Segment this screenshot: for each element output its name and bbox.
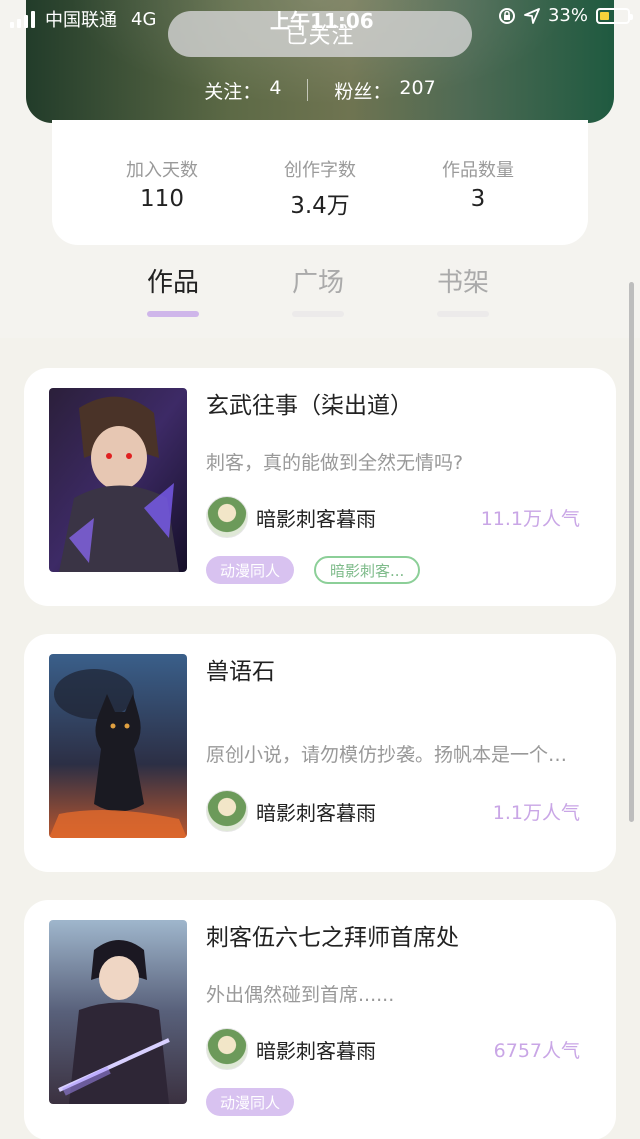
book-description: 原创小说，请勿模仿抄袭。扬帆本是一个普通的男孩 bbox=[206, 744, 586, 766]
book-author[interactable]: 暗影刺客暮雨 bbox=[206, 496, 376, 538]
follow-stats: 关注： 4 粉丝： 207 bbox=[26, 72, 614, 108]
stat-value: 3.4万 bbox=[290, 193, 350, 219]
stat-works-count: 作品数量 3 bbox=[418, 156, 538, 245]
book-title: 刺客伍六七之拜师首席处 bbox=[206, 925, 459, 951]
book-cover-image bbox=[49, 654, 187, 838]
carrier-name: 中国联通 bbox=[45, 10, 117, 31]
status-time: 上午11:06 bbox=[270, 9, 374, 33]
book-popularity: 6757人气 bbox=[493, 1040, 580, 1062]
tab-indicator bbox=[147, 311, 199, 317]
book-popularity: 1.1万人气 bbox=[492, 802, 580, 824]
book-card[interactable]: 刺客伍六七之拜师首席处 外出偶然碰到首席...... 暗影刺客暮雨 6757人气… bbox=[24, 900, 616, 1139]
tab-indicator bbox=[292, 311, 344, 317]
fans-stat[interactable]: 粉丝： 207 bbox=[334, 77, 435, 104]
stat-label: 创作字数 bbox=[284, 160, 356, 181]
author-name: 暗影刺客暮雨 bbox=[256, 1038, 376, 1063]
book-title: 玄武往事（柒出道） bbox=[206, 393, 413, 419]
author-stats-card: 加入天数 110 创作字数 3.4万 作品数量 3 bbox=[52, 120, 588, 245]
book-author[interactable]: 暗影刺客暮雨 bbox=[206, 790, 376, 832]
book-author[interactable]: 暗影刺客暮雨 bbox=[206, 1028, 376, 1070]
following-label: 关注： bbox=[204, 80, 262, 103]
battery-level bbox=[600, 11, 609, 20]
tab-label: 书架 bbox=[436, 268, 489, 298]
author-avatar bbox=[206, 790, 248, 832]
status-bar: 中国联通 4G 上午11:06 33% bbox=[0, 0, 640, 36]
following-stat[interactable]: 关注： 4 bbox=[204, 77, 281, 104]
author-profile-page: 中国联通 4G 上午11:06 33% 已关注 关注： 4 粉丝： 207 加入… bbox=[0, 0, 640, 1139]
book-cover[interactable] bbox=[49, 388, 187, 572]
stat-value: 3 bbox=[470, 186, 486, 212]
book-card[interactable]: 兽语石 原创小说，请勿模仿抄袭。扬帆本是一个普通的男孩 暗影刺客暮雨 1.1万人… bbox=[24, 634, 616, 872]
tab-works[interactable]: 作品 bbox=[133, 262, 213, 317]
author-avatar bbox=[206, 1028, 248, 1070]
book-title: 兽语石 bbox=[206, 659, 275, 685]
scrollbar[interactable] bbox=[629, 282, 634, 822]
battery-percent: 33% bbox=[547, 5, 588, 26]
book-cover-image bbox=[49, 920, 187, 1104]
profile-tabs: 作品 广场 书架 bbox=[100, 262, 540, 322]
author-avatar bbox=[206, 496, 248, 538]
tag-category[interactable]: 动漫同人 bbox=[206, 1088, 295, 1116]
location-arrow-icon bbox=[524, 7, 540, 24]
rotation-lock-icon bbox=[498, 7, 515, 24]
author-name: 暗影刺客暮雨 bbox=[256, 506, 376, 531]
stat-word-count: 创作字数 3.4万 bbox=[260, 156, 380, 245]
stats-divider bbox=[307, 79, 309, 101]
author-name: 暗影刺客暮雨 bbox=[256, 800, 376, 825]
book-description: 刺客，真的能做到全然无情吗? bbox=[206, 452, 464, 474]
book-cover[interactable] bbox=[49, 920, 187, 1104]
stat-value: 110 bbox=[140, 186, 184, 212]
tab-label: 作品 bbox=[146, 268, 199, 298]
book-description: 外出偶然碰到首席...... bbox=[206, 984, 395, 1006]
book-card[interactable]: 玄武往事（柒出道） 刺客，真的能做到全然无情吗? 暗影刺客暮雨 11.1万人气 … bbox=[24, 368, 616, 606]
battery-icon bbox=[596, 7, 633, 24]
fans-count: 207 bbox=[399, 76, 436, 99]
tab-indicator bbox=[437, 311, 489, 317]
status-right: 33% bbox=[498, 5, 633, 26]
tab-bookshelf[interactable]: 书架 bbox=[423, 262, 503, 317]
status-left: 中国联通 4G bbox=[10, 6, 156, 32]
fans-label: 粉丝： bbox=[334, 80, 392, 103]
tag-category[interactable]: 动漫同人 bbox=[206, 556, 295, 584]
tag-series[interactable]: 暗影刺客... bbox=[314, 556, 421, 584]
works-list: 玄武往事（柒出道） 刺客，真的能做到全然无情吗? 暗影刺客暮雨 11.1万人气 … bbox=[0, 338, 640, 1139]
tab-square[interactable]: 广场 bbox=[278, 262, 358, 317]
book-cover-image bbox=[49, 388, 187, 572]
tab-label: 广场 bbox=[291, 268, 344, 298]
network-type: 4G bbox=[131, 8, 157, 30]
book-cover[interactable] bbox=[49, 654, 187, 838]
book-popularity: 11.1万人气 bbox=[480, 508, 580, 530]
stat-label: 加入天数 bbox=[126, 160, 198, 181]
stat-join-days: 加入天数 110 bbox=[102, 156, 222, 245]
signal-icon bbox=[10, 10, 35, 28]
stat-label: 作品数量 bbox=[442, 160, 514, 181]
following-count: 4 bbox=[269, 76, 282, 99]
